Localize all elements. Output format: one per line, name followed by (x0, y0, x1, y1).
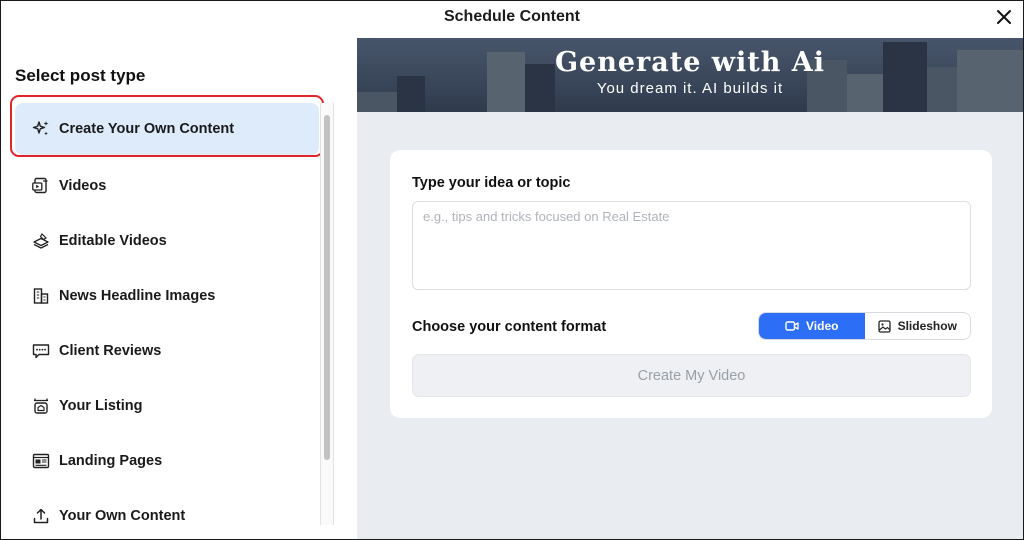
sidebar-item-client-reviews[interactable]: Client Reviews (15, 323, 319, 378)
banner-subtitle: You dream it. AI builds it (596, 80, 784, 97)
format-slideshow-label: Slideshow (897, 319, 957, 333)
format-video-option[interactable]: Video (759, 313, 865, 339)
scrollbar-thumb[interactable] (324, 115, 330, 460)
format-label: Choose your content format (412, 319, 607, 335)
sidebar-item-label: Create Your Own Content (59, 121, 235, 137)
sidebar-item-your-own-content[interactable]: Your Own Content (15, 488, 319, 539)
sidebar-item-landing-pages[interactable]: Landing Pages (15, 433, 319, 488)
video-file-icon (31, 176, 51, 196)
sidebar-item-label: Your Own Content (59, 507, 186, 524)
generate-panel: Generate with Ai You dream it. AI builds… (357, 38, 1023, 539)
editable-video-icon (31, 231, 51, 251)
sidebar-item-news-headline-images[interactable]: News Headline Images (15, 268, 319, 323)
house-listing-icon (31, 396, 51, 416)
close-button[interactable] (993, 6, 1015, 28)
landing-page-icon (31, 451, 51, 471)
sidebar-item-label: Your Listing (59, 397, 143, 414)
sidebar-item-label: Landing Pages (59, 452, 163, 469)
sidebar-item-your-listing[interactable]: Your Listing (15, 378, 319, 433)
sidebar-item-label: Editable Videos (59, 232, 167, 249)
format-slideshow-option[interactable]: Slideshow (864, 313, 970, 339)
generate-banner: Generate with Ai You dream it. AI builds… (357, 38, 1023, 112)
video-camera-icon (785, 321, 799, 331)
sidebar-item-label: Videos (59, 177, 107, 194)
dialog-header: Schedule Content (1, 1, 1023, 37)
sidebar-heading: Select post type (15, 66, 146, 85)
topic-input[interactable] (412, 201, 971, 290)
topic-label: Type your idea or topic (412, 175, 571, 191)
upload-icon (31, 506, 51, 526)
sidebar-item-editable-videos[interactable]: Editable Videos (15, 213, 319, 268)
sparkles-icon (31, 119, 51, 139)
close-icon (997, 10, 1011, 24)
sidebar-item-label: News Headline Images (59, 287, 216, 304)
post-type-sidebar: Select post type Create Your Own Content… (1, 38, 357, 539)
sidebar-item-videos[interactable]: Videos (15, 158, 319, 213)
sidebar-scrollbar[interactable] (320, 103, 334, 525)
content-format-toggle: Video Slideshow (758, 312, 971, 340)
banner-title: Generate with Ai (554, 47, 826, 78)
review-chat-icon (31, 341, 51, 361)
sidebar-item-create-your-own-content[interactable]: Create Your Own Content (15, 103, 319, 155)
schedule-content-dialog: Schedule Content Select post type Create… (0, 0, 1024, 540)
generate-form-card: Type your idea or topic Choose your cont… (390, 150, 992, 418)
create-my-video-button[interactable]: Create My Video (412, 354, 971, 397)
building-icon (31, 286, 51, 306)
image-icon (877, 319, 891, 333)
dialog-title: Schedule Content (443, 8, 580, 25)
format-video-label: Video (806, 319, 839, 333)
sidebar-item-label: Client Reviews (59, 342, 162, 359)
post-type-list: Create Your Own Content Videos Editable … (15, 103, 319, 539)
